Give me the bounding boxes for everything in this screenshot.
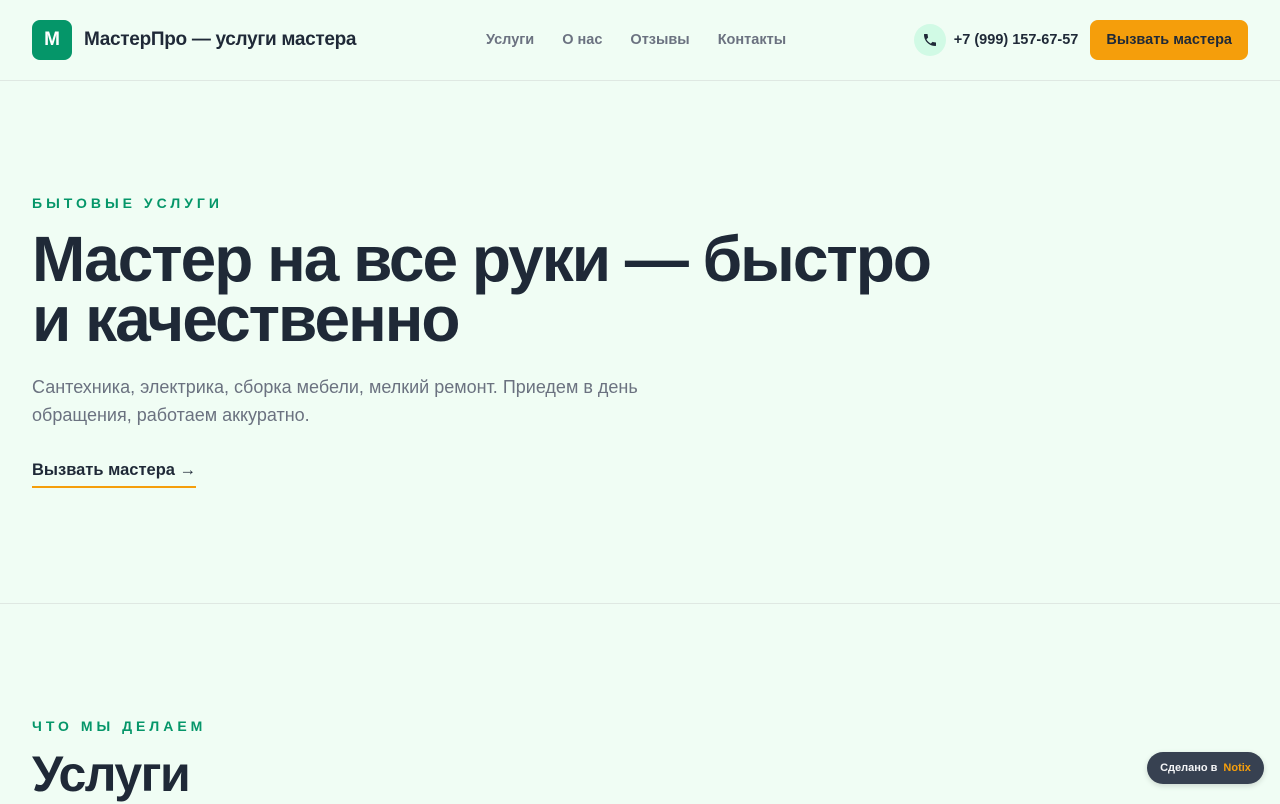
logo-mark: М — [32, 20, 72, 60]
hero-eyebrow: Бытовые услуги — [32, 195, 223, 211]
main-nav: Услуги О нас Отзывы Контакты — [486, 0, 786, 80]
hero-call-link[interactable]: Вызвать мастера → — [32, 461, 197, 488]
logo-link[interactable]: М МастерПро — услуги мастера — [32, 20, 357, 60]
nav-link-about[interactable]: О нас — [562, 32, 602, 48]
hero-section: Бытовые услуги Мастер на все руки — быст… — [0, 81, 1280, 604]
services-section: Что мы делаем Услуги — [0, 604, 1280, 802]
phone-link[interactable]: +7 (999) 157-67-57 — [913, 24, 1079, 56]
badge-prefix: Сделано в — [1160, 762, 1218, 774]
services-eyebrow: Что мы делаем — [32, 718, 207, 734]
phone-number: +7 (999) 157-67-57 — [953, 32, 1079, 48]
nav-link-contacts[interactable]: Контакты — [718, 32, 786, 48]
header-actions: +7 (999) 157-67-57 Вызвать мастера — [913, 20, 1248, 60]
call-master-button[interactable]: Вызвать мастера — [1090, 20, 1248, 60]
services-title: Услуги — [32, 746, 191, 802]
badge-brand: Notix — [1223, 762, 1251, 774]
site-header: М МастерПро — услуги мастера Услуги О на… — [0, 0, 1280, 81]
made-with-badge[interactable]: Сделано в Notix — [1147, 752, 1264, 784]
phone-icon — [913, 24, 946, 56]
nav-link-reviews[interactable]: Отзывы — [630, 32, 689, 48]
hero-subtitle: Сантехника, электрика, сборка мебели, ме… — [32, 377, 638, 425]
hero-title: Мастер на все руки — быстро и качественн… — [32, 223, 932, 355]
logo-text: МастерПро — услуги мастера — [84, 29, 357, 50]
nav-link-services[interactable]: Услуги — [486, 32, 534, 48]
